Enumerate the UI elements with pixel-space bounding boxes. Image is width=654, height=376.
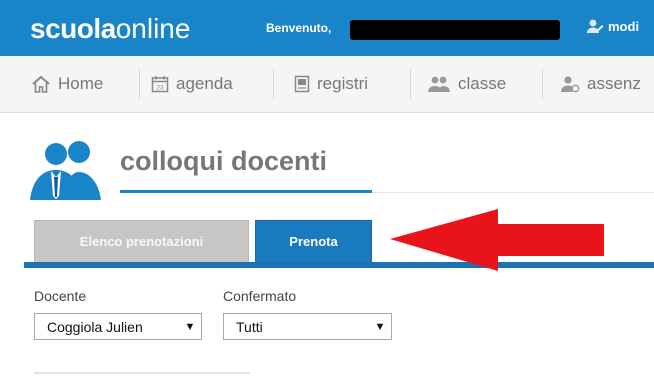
user-menu[interactable]: modi (586, 18, 639, 34)
nav-assenze-label: assenz (587, 74, 641, 93)
tab-elenco-prenotazioni[interactable]: Elenco prenotazioni (34, 220, 249, 262)
user-menu-label: modi (608, 19, 640, 34)
chevron-down-icon: ▼ (374, 320, 386, 333)
svg-text:23: 23 (156, 85, 164, 92)
nav-classe[interactable]: classe (427, 56, 506, 112)
title-underline (120, 190, 372, 193)
docente-select[interactable]: Coggiola Julien ▼ (34, 313, 202, 340)
tab-prenota[interactable]: Prenota (255, 220, 372, 262)
nav-divider (410, 68, 411, 100)
nav-registri[interactable]: registri (294, 56, 368, 112)
chevron-down-icon: ▼ (184, 320, 196, 333)
confermato-label: Confermato (223, 288, 297, 304)
nav-agenda-label: agenda (176, 74, 233, 93)
user-absent-icon (561, 76, 580, 93)
users-icon (30, 141, 101, 200)
redacted-username (350, 20, 560, 40)
group-icon (428, 76, 450, 92)
red-arrow-annotation (390, 209, 604, 271)
nav-home-label: Home (58, 74, 104, 93)
welcome-text: Benvenuto, (266, 21, 332, 35)
nav-registri-label: registri (317, 74, 369, 93)
confermato-select[interactable]: Tutti ▼ (223, 313, 392, 340)
calendar-icon: 23 (151, 76, 169, 93)
book-icon (294, 75, 310, 93)
nav-assenze[interactable]: assenz (560, 56, 641, 112)
scuolaonline-logo[interactable]: scuolaonline (30, 14, 190, 44)
divider (34, 372, 250, 374)
nav-divider (139, 68, 140, 100)
page-title: colloqui docenti (120, 146, 327, 176)
nav-divider (542, 68, 543, 100)
nav-agenda[interactable]: 23 agenda (151, 56, 233, 112)
confermato-value: Tutti (236, 318, 263, 335)
top-bar: scuolaonline Benvenuto, modi (0, 0, 654, 56)
nav-home[interactable]: Home (31, 56, 103, 112)
title-divider (372, 192, 654, 193)
logo-light-text: online (115, 13, 191, 44)
user-edit-icon (587, 19, 604, 33)
nav-divider (273, 68, 274, 100)
logo-bold-text: scuola (30, 13, 116, 44)
home-icon (32, 75, 50, 93)
main-nav: Home 23 agenda registri classe assenz (0, 56, 654, 113)
docente-label: Docente (34, 288, 87, 304)
docente-value: Coggiola Julien (47, 318, 143, 335)
nav-classe-label: classe (458, 74, 507, 93)
